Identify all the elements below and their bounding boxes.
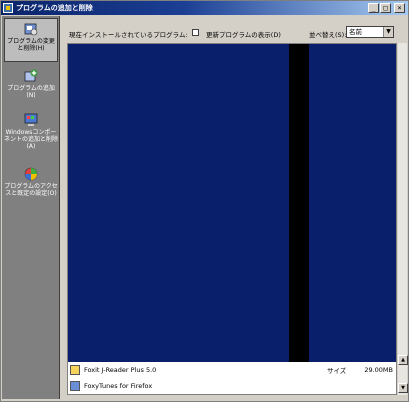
sidebar-item-change-remove[interactable]: プログラムの変更と削除(H) — [4, 18, 58, 62]
sort-label: 並べ替え(S): — [309, 31, 347, 39]
foxit-reader-icon — [70, 365, 80, 375]
close-button[interactable]: × — [394, 3, 405, 13]
show-updates-checkbox[interactable] — [192, 29, 199, 36]
show-updates-label[interactable]: 更新プログラムの表示(D) — [206, 29, 281, 39]
sidebar-item-windows-components[interactable]: Windowsコンポーネントの追加と削除(A) — [4, 110, 58, 160]
sidebar-item-label: Windowsコンポーネントの追加と削除(A) — [4, 129, 59, 150]
program-size: 29.00MB — [364, 366, 393, 374]
program-name: FoxyTunes for Firefox — [84, 382, 153, 390]
sidebar-item-label: プログラムのアクセスと既定の設定(O) — [4, 183, 58, 197]
chevron-down-icon[interactable]: ▼ — [383, 27, 393, 37]
scroll-down-button[interactable]: ▼ — [398, 383, 408, 393]
size-label: サイズ — [327, 367, 347, 375]
window-title: プログラムの追加と削除 — [16, 4, 93, 12]
selected-program-panel[interactable] — [68, 44, 396, 362]
maximize-button[interactable]: □ — [380, 3, 391, 13]
sort-value: 名前 — [349, 28, 362, 36]
installed-programs-label: 現在インストールされているプログラム: — [69, 31, 188, 39]
access-defaults-icon — [24, 167, 38, 181]
sidebar-item-access-defaults[interactable]: プログラムのアクセスと既定の設定(O) — [4, 164, 58, 216]
sidebar-item-label: プログラムの変更と削除(H) — [7, 38, 55, 52]
program-name: Foxit J-Reader Plus 5.0 — [84, 366, 157, 374]
list-item[interactable]: FoxyTunes for Firefox — [68, 378, 396, 394]
scroll-up-button[interactable]: ▲ — [398, 355, 408, 365]
minimize-button[interactable]: _ — [368, 3, 379, 13]
task-sidebar: プログラムの変更と削除(H) プログラムの追加(N) Windowsコンポーネン… — [2, 16, 60, 399]
list-item[interactable]: Foxit J-Reader Plus 5.0 サイズ 29.00MB — [68, 362, 396, 378]
title-bar[interactable]: プログラムの追加と削除 _ □ × — [1, 1, 408, 15]
window: プログラムの追加と削除 _ □ × プログラムの変更と削除(H) プログラムの追… — [0, 0, 409, 402]
program-change-icon — [24, 23, 38, 36]
program-add-icon — [24, 69, 38, 82]
render-artifact-bar — [289, 44, 309, 362]
sort-select[interactable]: 名前 ▼ — [346, 26, 394, 38]
program-list[interactable]: Foxit J-Reader Plus 5.0 サイズ 29.00MB Foxy… — [67, 43, 397, 395]
foxytunes-icon — [70, 381, 80, 391]
windows-components-icon — [24, 113, 38, 126]
sidebar-item-add[interactable]: プログラムの追加(N) — [4, 66, 58, 106]
sidebar-item-label: プログラムの追加(N) — [7, 85, 55, 99]
vertical-scrollbar[interactable]: ▲ ▼ — [397, 43, 408, 395]
control-panel-icon[interactable] — [3, 3, 13, 13]
